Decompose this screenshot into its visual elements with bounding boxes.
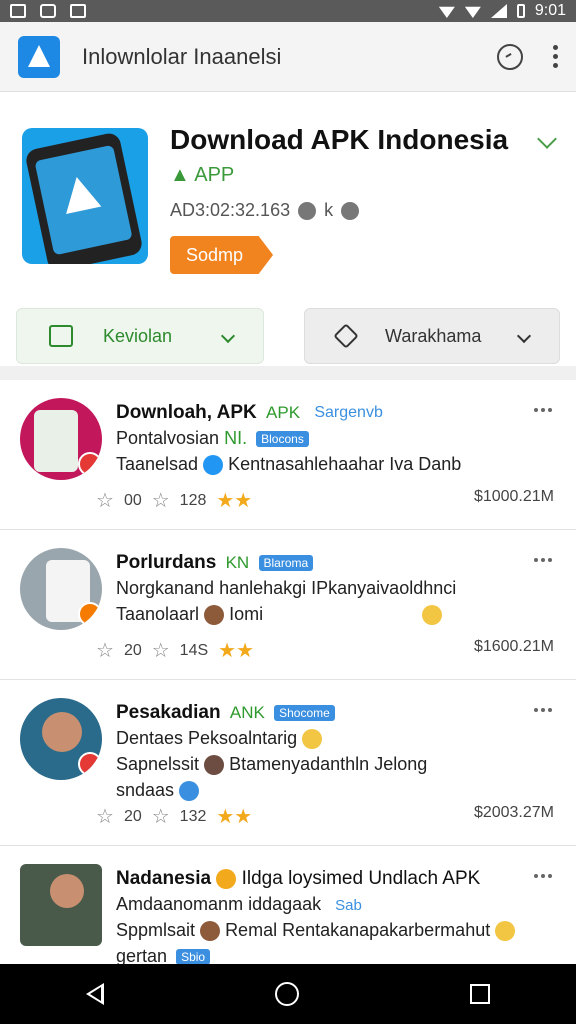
more-options-icon[interactable] bbox=[553, 45, 558, 68]
item-title: Downloah, APK bbox=[116, 402, 257, 423]
avatar bbox=[204, 605, 225, 626]
avatar bbox=[204, 755, 225, 776]
item-badge-icon bbox=[78, 752, 102, 776]
app-list: Downloah, APK APK Sargenvb Pontalvosian … bbox=[0, 380, 576, 976]
item-tag: Blaroma bbox=[258, 554, 314, 571]
app-name: Download APK Indonesia bbox=[170, 124, 509, 155]
item-badge-icon bbox=[78, 602, 102, 626]
app-header: Download APK Indonesia ▲ APP AD3:02:32.1… bbox=[0, 92, 576, 372]
shield-icon bbox=[341, 201, 360, 220]
more-options-icon[interactable] bbox=[534, 408, 552, 412]
chat-icon[interactable] bbox=[497, 43, 523, 70]
warakhama-button[interactable]: Warakhama bbox=[304, 308, 560, 364]
app-meta: AD3:02:32.163 k bbox=[170, 200, 360, 221]
download-icon bbox=[70, 4, 86, 18]
tag-icon bbox=[179, 781, 200, 802]
item-title: Porlurdans bbox=[116, 552, 217, 573]
star-icon: ☆ bbox=[151, 640, 170, 662]
chevron-down-icon bbox=[220, 328, 236, 344]
globe-icon bbox=[203, 455, 224, 476]
star-icon: ☆ bbox=[151, 490, 170, 512]
chevron-down-icon[interactable] bbox=[537, 129, 557, 149]
avatar bbox=[200, 921, 221, 942]
location-icon bbox=[438, 6, 455, 18]
item-tag: Blocons bbox=[256, 431, 309, 448]
list-item[interactable]: Nadanesia Ildga loysimed Undlach APK Amd… bbox=[0, 846, 576, 976]
app-type: ▲ APP bbox=[170, 164, 235, 186]
recent-apps-icon[interactable] bbox=[470, 984, 491, 1004]
app-icon bbox=[22, 128, 148, 264]
notification-icon bbox=[10, 4, 26, 18]
emoji-icon bbox=[422, 605, 443, 626]
item-thumbnail bbox=[20, 548, 102, 630]
divider bbox=[0, 366, 576, 380]
item-title: Nadanesia bbox=[116, 868, 212, 889]
status-badge[interactable]: Sodmp bbox=[170, 236, 274, 274]
star-filled-icon: ★★ bbox=[218, 640, 254, 662]
item-thumbnail bbox=[20, 398, 102, 480]
tag-icon bbox=[333, 323, 359, 349]
item-badge-icon bbox=[78, 452, 102, 476]
back-icon[interactable] bbox=[85, 983, 104, 1005]
star-icon: ☆ bbox=[96, 640, 114, 662]
clock: 9:01 bbox=[534, 2, 566, 19]
battery-icon bbox=[516, 4, 525, 18]
star-filled-icon: ★★ bbox=[216, 806, 253, 828]
wifi-icon bbox=[464, 6, 481, 18]
download-count-icon bbox=[298, 201, 317, 220]
item-size: $1600.21M bbox=[473, 638, 554, 655]
list-item[interactable]: Porlurdans KN Blaroma Norgkanand hanleha… bbox=[0, 530, 576, 680]
item-tag: Sbio bbox=[176, 949, 211, 966]
emoji-icon bbox=[495, 921, 516, 942]
thumbs-up-icon bbox=[49, 325, 73, 347]
more-options-icon[interactable] bbox=[534, 558, 552, 562]
app-logo-icon[interactable] bbox=[18, 35, 60, 78]
status-bar: 9:01 bbox=[0, 0, 576, 22]
star-filled-icon: ★★ bbox=[216, 490, 253, 512]
item-title: Pesakadian bbox=[116, 702, 221, 723]
emoji-icon bbox=[216, 868, 237, 889]
navigation-bar bbox=[0, 964, 576, 1024]
list-item[interactable]: Pesakadian ANK Shocome Dentaes Peksoalnt… bbox=[0, 680, 576, 846]
app-bar-title: Inlownlolar Inaanelsi bbox=[82, 43, 282, 69]
app-bar: Inlownlolar Inaanelsi bbox=[0, 22, 576, 92]
star-icon: ☆ bbox=[96, 806, 114, 828]
star-icon: ☆ bbox=[151, 806, 170, 828]
item-size: $1000.21M bbox=[473, 488, 554, 505]
emoji-icon bbox=[302, 729, 323, 750]
home-icon[interactable] bbox=[274, 982, 299, 1006]
photo-icon bbox=[40, 4, 56, 18]
more-options-icon[interactable] bbox=[534, 708, 552, 712]
item-tag: Shocome bbox=[274, 704, 335, 721]
signal-icon bbox=[490, 4, 507, 18]
item-thumbnail bbox=[20, 864, 102, 946]
item-thumbnail bbox=[20, 698, 102, 780]
list-item[interactable]: Downloah, APK APK Sargenvb Pontalvosian … bbox=[0, 380, 576, 530]
chevron-down-icon bbox=[516, 328, 532, 344]
item-size: $2003.27M bbox=[473, 804, 554, 821]
star-icon: ☆ bbox=[96, 490, 114, 512]
keviolan-button[interactable]: Keviolan bbox=[16, 308, 264, 364]
more-options-icon[interactable] bbox=[534, 874, 552, 878]
